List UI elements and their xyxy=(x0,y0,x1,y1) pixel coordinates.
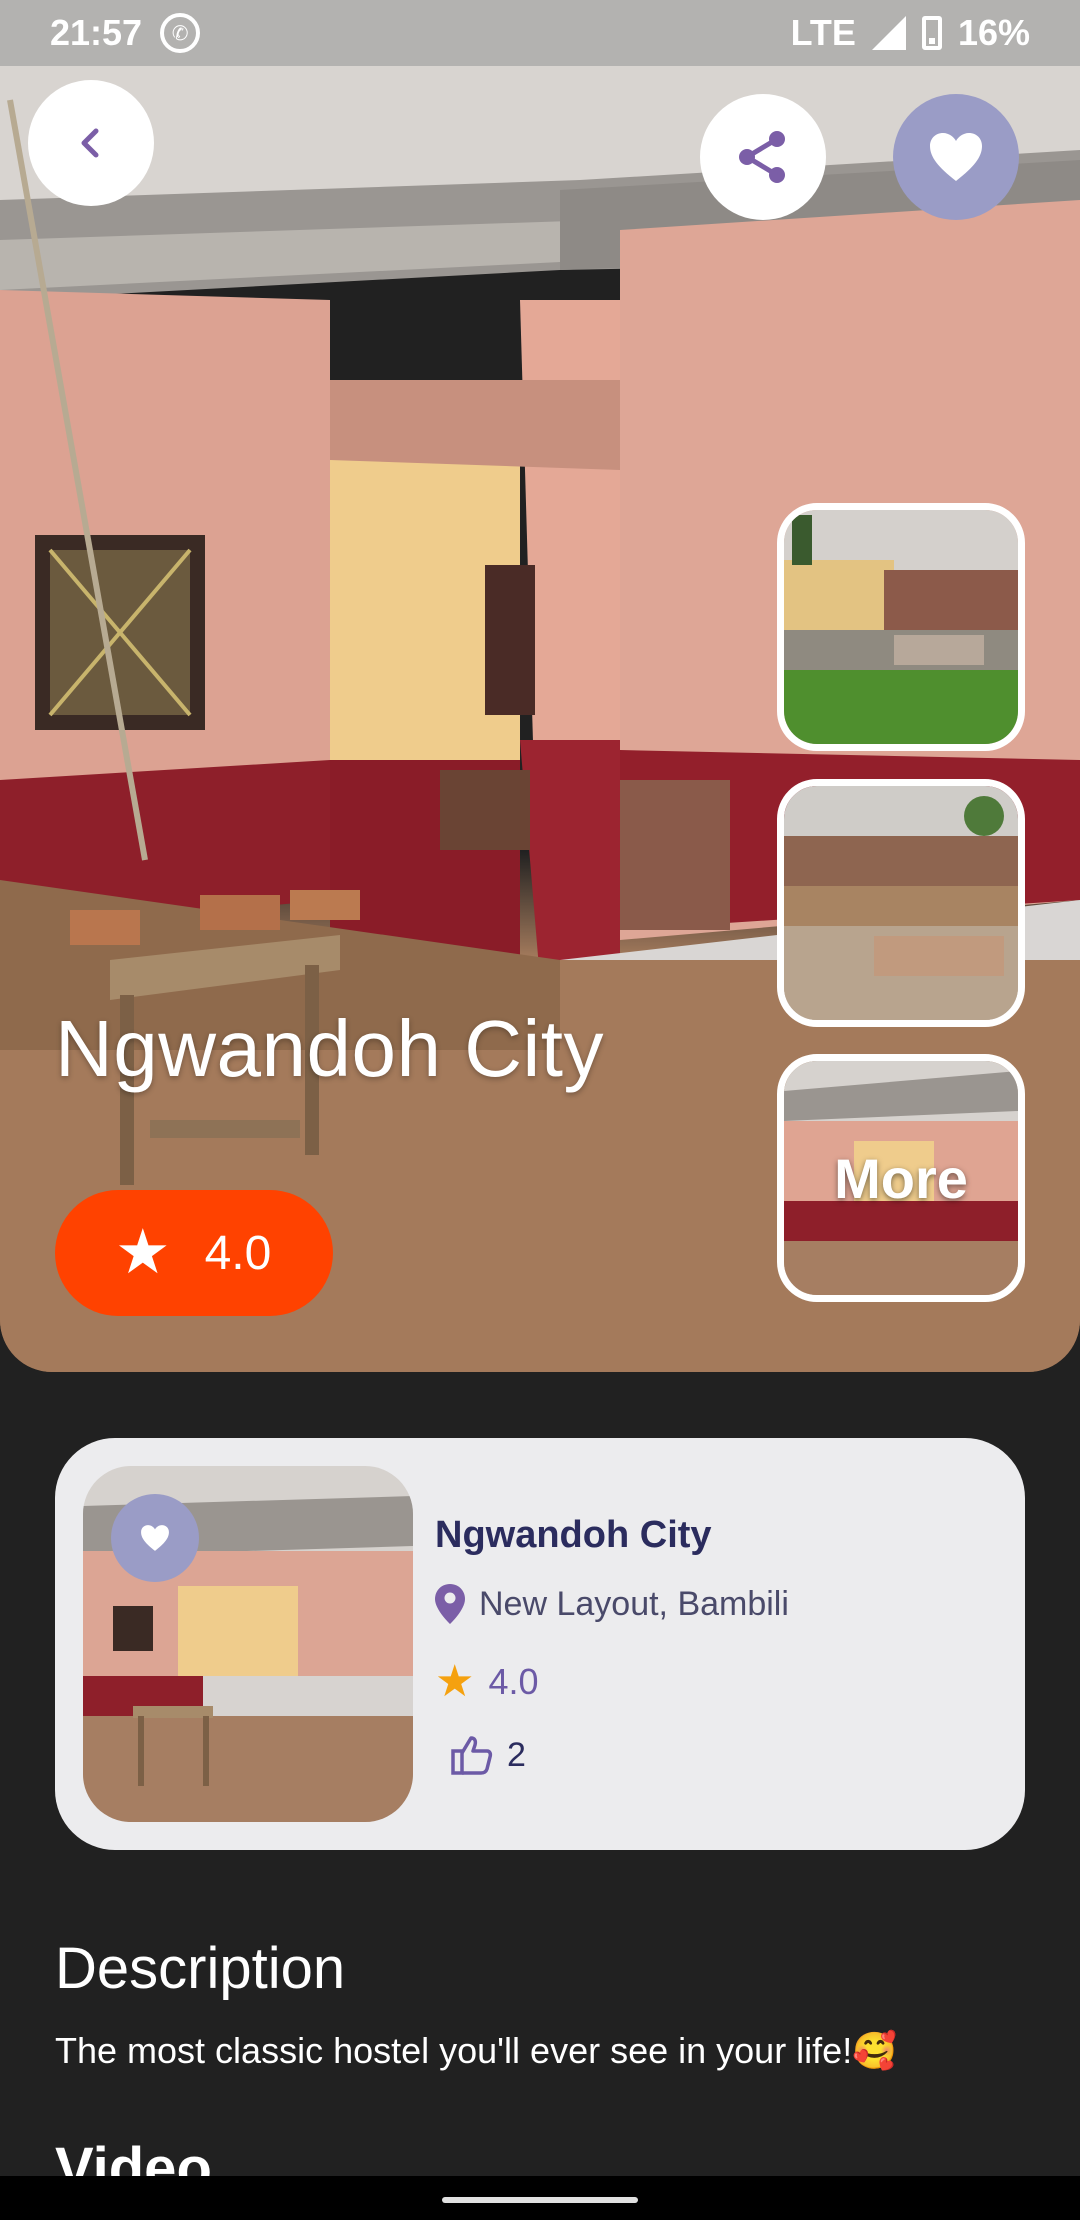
card-rating-value: 4.0 xyxy=(488,1661,539,1702)
description-text: The most classic hostel you'll ever see … xyxy=(55,2030,898,2071)
more-label: More xyxy=(834,1146,968,1210)
heart-icon xyxy=(141,1525,169,1551)
card-likes[interactable]: 2 xyxy=(451,1735,526,1775)
favorite-button[interactable] xyxy=(893,94,1019,220)
share-button[interactable] xyxy=(700,94,826,220)
gallery-thumbnail-1[interactable] xyxy=(777,503,1025,751)
thumbnail-image xyxy=(784,786,1018,1020)
rating-value: 4.0 xyxy=(204,1226,272,1280)
rating-badge: ★ 4.0 xyxy=(55,1190,333,1316)
hostel-detail-screen: 21:57 ✆ LTE 16% Ngwandoh City ★ 4.0 More… xyxy=(0,0,1080,2220)
share-icon xyxy=(739,131,785,183)
back-button[interactable] xyxy=(28,80,154,206)
network-label: LTE xyxy=(790,12,856,53)
description-heading: Description xyxy=(55,1936,346,2001)
status-time: 21:57 xyxy=(50,12,143,53)
chevron-left-icon xyxy=(81,128,99,158)
thumbs-up-icon xyxy=(451,1736,493,1775)
gallery-thumbnail-2[interactable] xyxy=(777,779,1025,1027)
location-pin-icon xyxy=(435,1584,465,1624)
gallery-more-button[interactable]: More xyxy=(777,1054,1025,1302)
hostel-info-card[interactable]: Ngwandoh City New Layout, Bambili ★ 4.0 … xyxy=(55,1438,1025,1850)
card-favorite-button[interactable] xyxy=(111,1494,199,1582)
card-location: New Layout, Bambili xyxy=(435,1584,789,1624)
card-rating: ★ 4.0 xyxy=(435,1660,539,1704)
thumbnail-image xyxy=(784,510,1018,744)
hero-title: Ngwandoh City xyxy=(55,1004,604,1093)
location-text: New Layout, Bambili xyxy=(479,1584,789,1623)
whatsapp-icon: ✆ xyxy=(160,13,201,53)
star-icon: ★ xyxy=(115,1218,171,1287)
star-icon: ★ xyxy=(435,1657,475,1706)
heart-icon xyxy=(930,133,982,181)
status-bar: 21:57 ✆ LTE 16% xyxy=(0,0,1080,66)
battery-level: 16% xyxy=(957,12,1030,53)
likes-count: 2 xyxy=(507,1735,526,1774)
signal-icon xyxy=(871,16,906,50)
home-gesture-handle[interactable] xyxy=(442,2197,638,2203)
battery-icon xyxy=(921,16,942,50)
card-title: Ngwandoh City xyxy=(435,1514,712,1556)
